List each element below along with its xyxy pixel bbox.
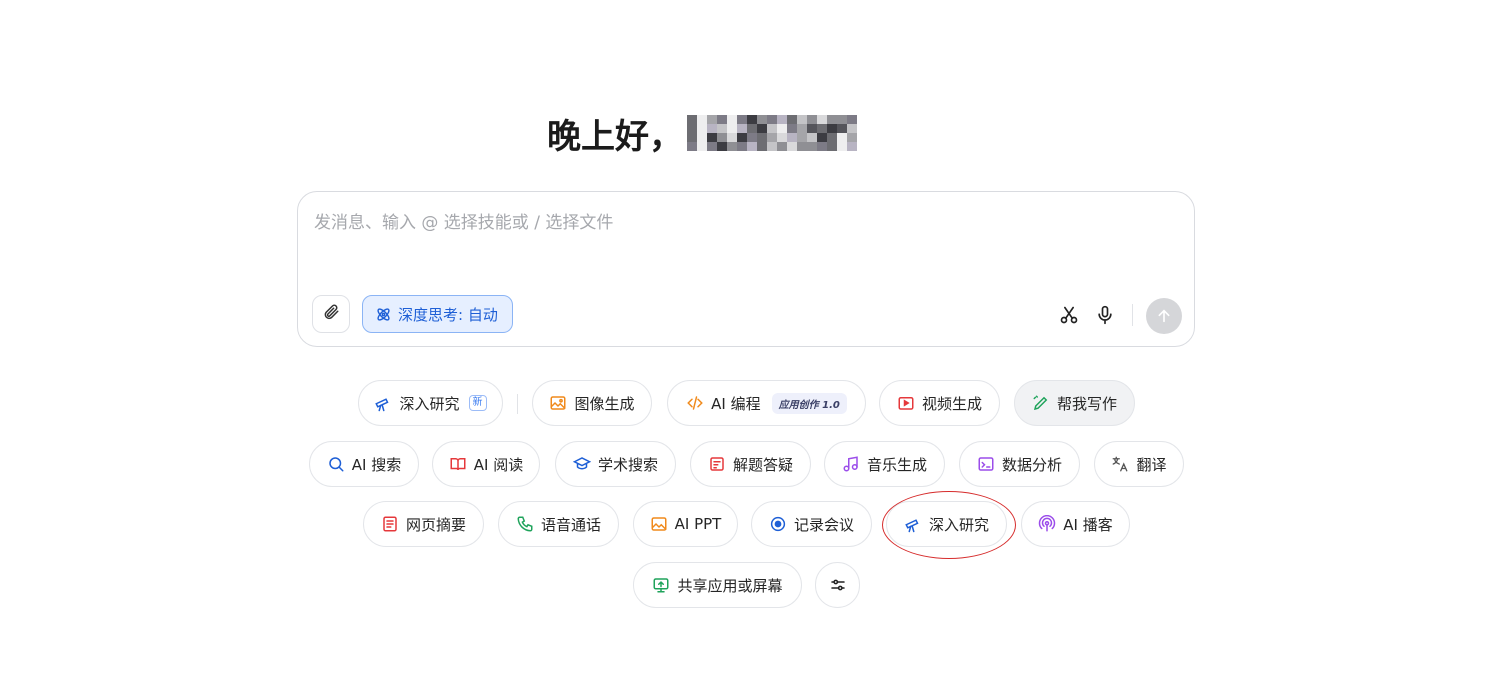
music-icon (842, 455, 860, 473)
skill-ai-search[interactable]: AI 搜索 (309, 441, 419, 487)
microphone-icon (1095, 305, 1115, 325)
skill-voice-call[interactable]: 语音通话 (498, 501, 619, 547)
search-icon (327, 455, 345, 473)
skill-deep-research[interactable]: 深入研究 新 (358, 380, 503, 426)
skill-label: AI 编程 (711, 394, 761, 413)
skill-ai-ppt[interactable]: AI PPT (633, 501, 738, 547)
skill-label: 深入研究 (399, 394, 460, 413)
solve-icon (708, 455, 726, 473)
skill-ai-coding[interactable]: AI 编程 应用创作 1.0 (667, 380, 866, 426)
skill-ai-podcast[interactable]: AI 播客 (1021, 501, 1130, 547)
greeting: 晚上好， (0, 108, 1494, 158)
telescope-icon (374, 394, 392, 412)
skill-deep-research-2[interactable]: 深入研究 (886, 501, 1007, 547)
data-analysis-icon (977, 455, 995, 473)
skill-label: 共享应用或屏幕 (677, 576, 783, 595)
skill-translate[interactable]: 翻译 (1094, 441, 1184, 487)
microphone-button[interactable] (1093, 303, 1117, 327)
webpage-summary-icon (381, 515, 399, 533)
skill-label: AI PPT (674, 515, 722, 533)
code-icon (686, 394, 704, 412)
skill-label: 视频生成 (921, 394, 982, 413)
skill-label: 深入研究 (928, 515, 989, 534)
skill-problem-solving[interactable]: 解题答疑 (690, 441, 811, 487)
message-input[interactable] (312, 212, 1176, 234)
skill-label: 翻译 (1136, 455, 1167, 474)
skill-label: 图像生成 (574, 394, 635, 413)
skill-video-generation[interactable]: 视频生成 (879, 380, 1000, 426)
scissors-button[interactable] (1057, 303, 1081, 327)
scissors-icon (1059, 305, 1079, 325)
chip-divider (517, 394, 518, 414)
skill-share-screen[interactable]: 共享应用或屏幕 (633, 562, 802, 608)
pen-icon (1032, 394, 1050, 412)
deep-think-label: 深度思考: 自动 (398, 305, 498, 324)
image-gen-icon (549, 394, 567, 412)
settings-sliders-icon (829, 576, 847, 594)
share-screen-icon (652, 576, 670, 594)
skill-label: 数据分析 (1001, 455, 1062, 474)
message-composer: 深度思考: 自动 (297, 191, 1195, 347)
video-icon (897, 394, 915, 412)
skill-label: 帮我写作 (1056, 394, 1117, 413)
attach-file-button[interactable] (312, 295, 350, 333)
skill-academic-search[interactable]: 学术搜索 (555, 441, 676, 487)
skill-ai-reading[interactable]: AI 阅读 (432, 441, 540, 487)
skill-label: 网页摘要 (405, 515, 466, 534)
skill-help-me-write[interactable]: 帮我写作 (1014, 380, 1135, 426)
redacted-username (687, 115, 857, 151)
skill-label: 记录会议 (793, 515, 854, 534)
skill-image-generation[interactable]: 图像生成 (532, 380, 652, 426)
paperclip-icon (322, 303, 340, 325)
skill-record-meeting[interactable]: 记录会议 (751, 501, 872, 547)
skill-label: AI 阅读 (473, 455, 524, 474)
ppt-icon (650, 515, 668, 533)
record-icon (769, 515, 787, 533)
skill-data-analysis[interactable]: 数据分析 (959, 441, 1080, 487)
skill-webpage-summary[interactable]: 网页摘要 (363, 501, 484, 547)
book-icon (449, 455, 467, 473)
atom-icon (375, 306, 392, 323)
skill-label: 音乐生成 (866, 455, 927, 474)
toolbar-divider (1132, 304, 1133, 326)
telescope-icon (904, 515, 922, 533)
app-creation-badge: 应用创作 1.0 (771, 392, 847, 414)
deep-think-button[interactable]: 深度思考: 自动 (362, 295, 513, 333)
skill-label: 解题答疑 (732, 455, 793, 474)
skill-music-generation[interactable]: 音乐生成 (824, 441, 945, 487)
send-button[interactable] (1146, 298, 1182, 334)
phone-icon (516, 515, 534, 533)
translate-icon (1111, 455, 1129, 473)
podcast-icon (1038, 515, 1056, 533)
greeting-text: 晚上好， (547, 116, 683, 157)
arrow-up-icon (1156, 308, 1172, 324)
graduation-cap-icon (572, 455, 591, 473)
skill-label: AI 搜索 (351, 455, 402, 474)
skill-label: 语音通话 (540, 515, 601, 534)
skill-label: 学术搜索 (597, 455, 658, 474)
skills-settings-button[interactable] (815, 562, 860, 608)
skill-label: AI 播客 (1063, 515, 1113, 534)
new-badge: 新 (468, 395, 487, 411)
